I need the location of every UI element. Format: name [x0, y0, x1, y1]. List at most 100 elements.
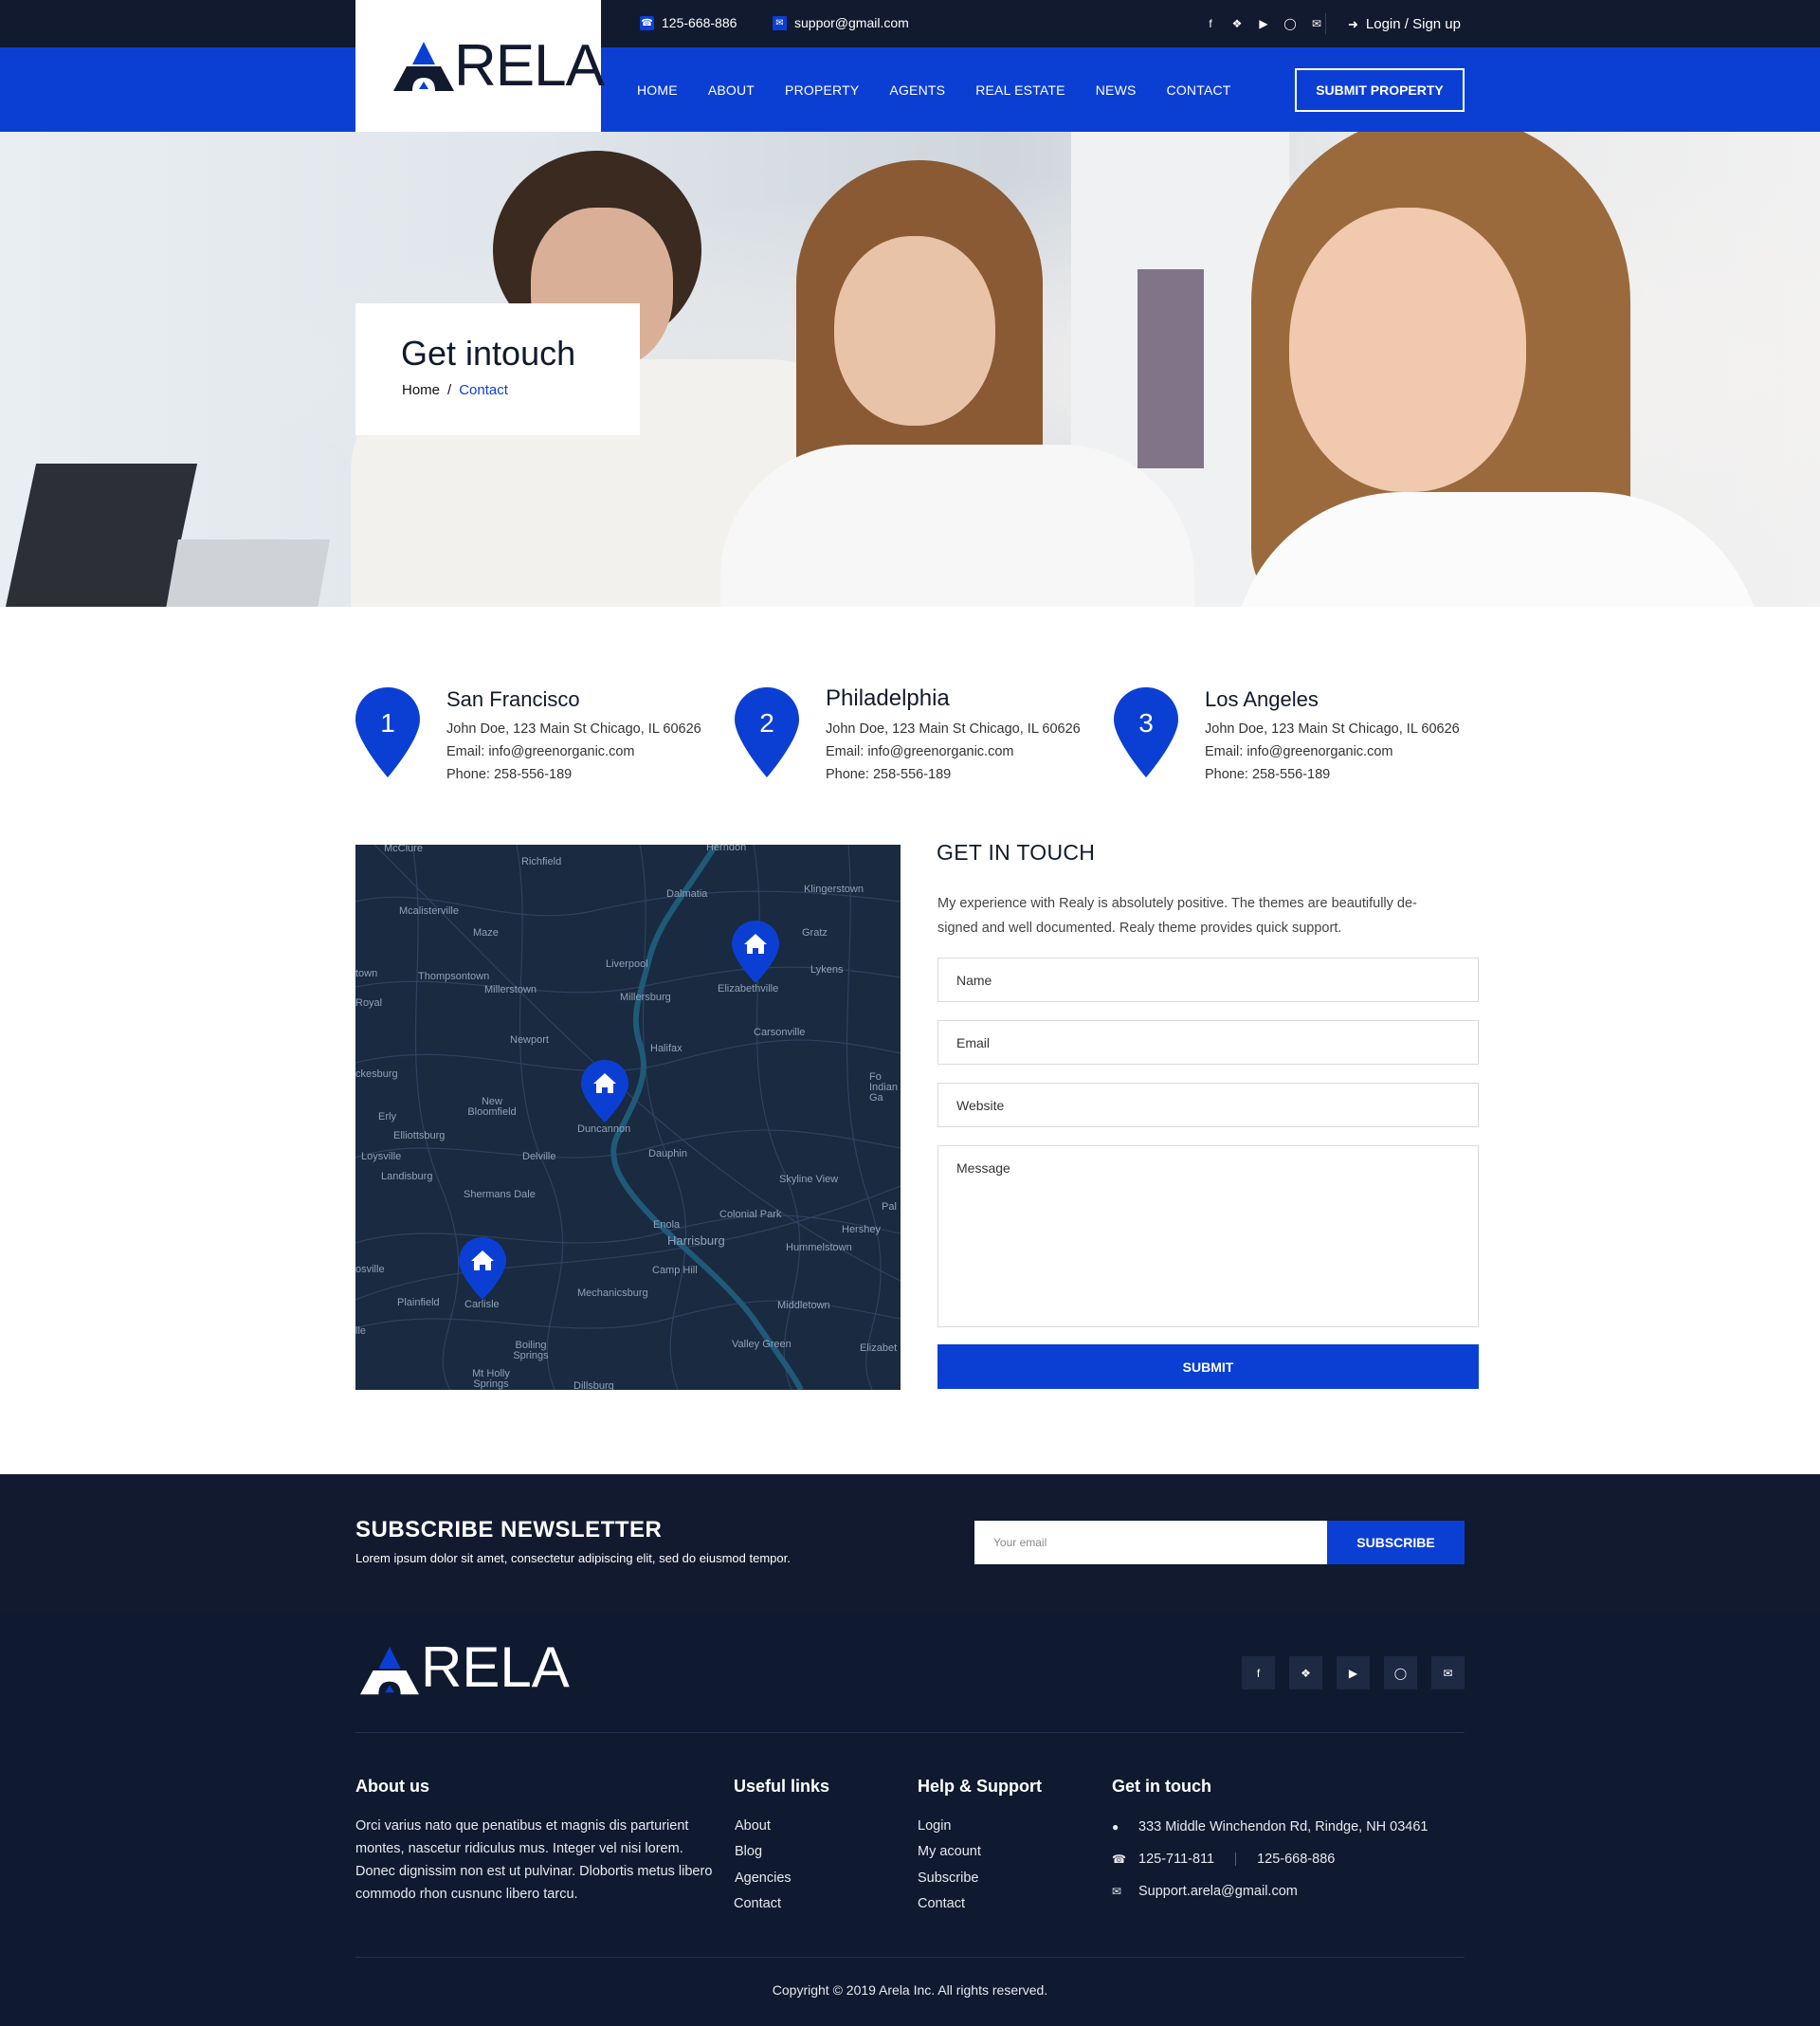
facebook-icon[interactable]: f — [1242, 1656, 1275, 1689]
top-bar — [0, 0, 1820, 47]
footer-link-login[interactable]: Login — [918, 1818, 951, 1834]
map-label: town — [355, 968, 378, 979]
submit-button[interactable]: SUBMIT — [937, 1344, 1479, 1389]
login-label: Login / Sign up — [1365, 16, 1461, 32]
twitter-icon[interactable]: ❖ — [1230, 17, 1244, 30]
home-pin-icon[interactable] — [581, 1060, 628, 1123]
map-label: Boiling Springs — [513, 1340, 549, 1361]
copyright: Copyright © 2019 Arela Inc. All rights r… — [772, 1982, 1048, 1998]
footer-address: ● 333 Middle Winchendon Rd, Rindge, NH 0… — [1112, 1819, 1429, 1834]
envelope-icon: ✉ — [773, 15, 787, 30]
newsletter-title: SUBSCRIBE NEWSLETTER — [355, 1517, 663, 1542]
footer-link-agencies[interactable]: Agencies — [735, 1871, 792, 1886]
map-label: Enola — [653, 1219, 681, 1231]
map-label: Halifax — [650, 1043, 682, 1054]
email-field[interactable]: Email — [937, 1020, 1479, 1065]
footer-phones: ☎ 125-711-811 125-668-886 — [1112, 1852, 1335, 1867]
footer-link-subscribe[interactable]: Subscribe — [918, 1871, 978, 1886]
footer-social-links: f ❖ ▶ ◯ ✉ — [1242, 1656, 1465, 1689]
map-label: Herndon — [706, 845, 747, 853]
map-label: Gratz — [802, 927, 828, 939]
location-email: Email: info@greenorganic.com — [446, 744, 635, 759]
nav-contact[interactable]: CONTACT — [1167, 82, 1231, 98]
footer-link-contact[interactable]: Contact — [734, 1896, 781, 1911]
youtube-icon[interactable]: ▶ — [1337, 1656, 1370, 1689]
map-label: Delville — [522, 1151, 556, 1162]
footer-address-text: 333 Middle Winchendon Rd, Rindge, NH 034… — [1138, 1819, 1429, 1834]
map-label: Millerstown — [484, 984, 537, 995]
message-field[interactable]: Message — [937, 1145, 1479, 1327]
footer-email-text[interactable]: Support.arela@gmail.com — [1138, 1884, 1298, 1899]
footer-phone-2[interactable]: 125-668-886 — [1257, 1852, 1335, 1867]
website-field[interactable]: Website — [937, 1083, 1479, 1127]
top-social-links: f ❖ ▶ ◯ ✉ — [1204, 17, 1323, 30]
newsletter-subtitle: Lorem ipsum dolor sit amet, consectetur … — [355, 1551, 791, 1565]
location-number: 1 — [380, 708, 395, 738]
home-pin-icon[interactable] — [732, 921, 779, 983]
map-label: Pal — [882, 1201, 897, 1213]
footer-link-blog[interactable]: Blog — [735, 1844, 762, 1859]
map-label: Hershey — [842, 1224, 881, 1235]
breadcrumb-home[interactable]: Home — [402, 382, 440, 398]
top-phone[interactable]: ☎ 125-668-886 — [640, 15, 737, 30]
map-label: Mechanicsburg — [577, 1287, 648, 1299]
map-label: ckesburg — [355, 1068, 398, 1080]
map-label: Middletown — [777, 1300, 830, 1311]
map-label: Skyline View — [779, 1174, 839, 1185]
nav-property[interactable]: PROPERTY — [785, 82, 859, 98]
footer-link-account[interactable]: My acount — [918, 1844, 981, 1859]
logo-mark-icon — [393, 42, 454, 91]
location-address: John Doe, 123 Main St Chicago, IL 60626 — [826, 721, 1081, 737]
youtube-icon[interactable]: ▶ — [1257, 17, 1270, 30]
footer-logo[interactable]: RELA — [360, 1635, 570, 1707]
name-placeholder: Name — [956, 973, 992, 988]
newsletter-email-input[interactable]: Your email — [974, 1521, 1327, 1564]
login-link[interactable]: ➜ Login / Sign up — [1348, 16, 1461, 32]
nav-real-estate[interactable]: REAL ESTATE — [975, 82, 1065, 98]
location-city: Philadelphia — [826, 685, 950, 711]
location-map[interactable]: McClure Richfield Herndon Dalmatia Kling… — [355, 845, 901, 1390]
map-label: Thompsontown — [418, 971, 490, 982]
home-pin-icon[interactable] — [459, 1237, 506, 1300]
mail-icon[interactable]: ✉ — [1310, 17, 1323, 30]
website-placeholder: Website — [956, 1098, 1005, 1113]
phone-divider — [1235, 1853, 1237, 1866]
footer-useful-title: Useful links — [734, 1777, 830, 1796]
map-label: Camp Hill — [652, 1265, 698, 1276]
location-city: Los Angeles — [1205, 687, 1319, 711]
phone-icon: ☎ — [1112, 1853, 1126, 1866]
breadcrumb: Home / Contact — [402, 382, 508, 398]
location-number: 2 — [759, 708, 774, 738]
nav-agents[interactable]: AGENTS — [889, 82, 945, 98]
nav-news[interactable]: NEWS — [1096, 82, 1137, 98]
instagram-icon[interactable]: ◯ — [1283, 17, 1297, 30]
facebook-icon[interactable]: f — [1204, 17, 1217, 30]
location-phone: Phone: 258-556-189 — [446, 767, 573, 782]
map-label: Dillsburg — [573, 1380, 614, 1390]
footer-bottom-divider — [355, 1957, 1465, 1958]
footer-link-about[interactable]: About — [735, 1818, 771, 1834]
submit-property-button[interactable]: SUBMIT PROPERTY — [1295, 68, 1465, 112]
footer-link-contact-2[interactable]: Contact — [918, 1896, 965, 1911]
logo-mark-icon — [360, 1646, 419, 1695]
map-label: Dauphin — [648, 1148, 687, 1159]
footer-phone-1[interactable]: 125-711-811 — [1138, 1852, 1214, 1867]
email-placeholder: Email — [956, 1035, 991, 1050]
nav-home[interactable]: HOME — [637, 82, 678, 98]
map-label: Carlisle — [464, 1299, 500, 1310]
breadcrumb-current: Contact — [459, 382, 508, 398]
map-label: Richfield — [521, 856, 562, 867]
map-label: Loysville — [361, 1151, 402, 1162]
map-label: Landisburg — [381, 1171, 433, 1182]
nav-about[interactable]: ABOUT — [708, 82, 755, 98]
name-field[interactable]: Name — [937, 958, 1479, 1002]
subscribe-button[interactable]: SUBSCRIBE — [1327, 1521, 1465, 1564]
twitter-icon[interactable]: ❖ — [1289, 1656, 1322, 1689]
map-label: Plainfield — [397, 1297, 440, 1308]
instagram-icon[interactable]: ◯ — [1384, 1656, 1417, 1689]
mail-icon[interactable]: ✉ — [1431, 1656, 1465, 1689]
logo[interactable]: RELA — [355, 0, 605, 132]
top-email[interactable]: ✉ suppor@gmail.com — [773, 15, 909, 30]
footer-email: ✉ Support.arela@gmail.com — [1112, 1884, 1298, 1899]
map-label: Elizabethville — [718, 983, 779, 995]
